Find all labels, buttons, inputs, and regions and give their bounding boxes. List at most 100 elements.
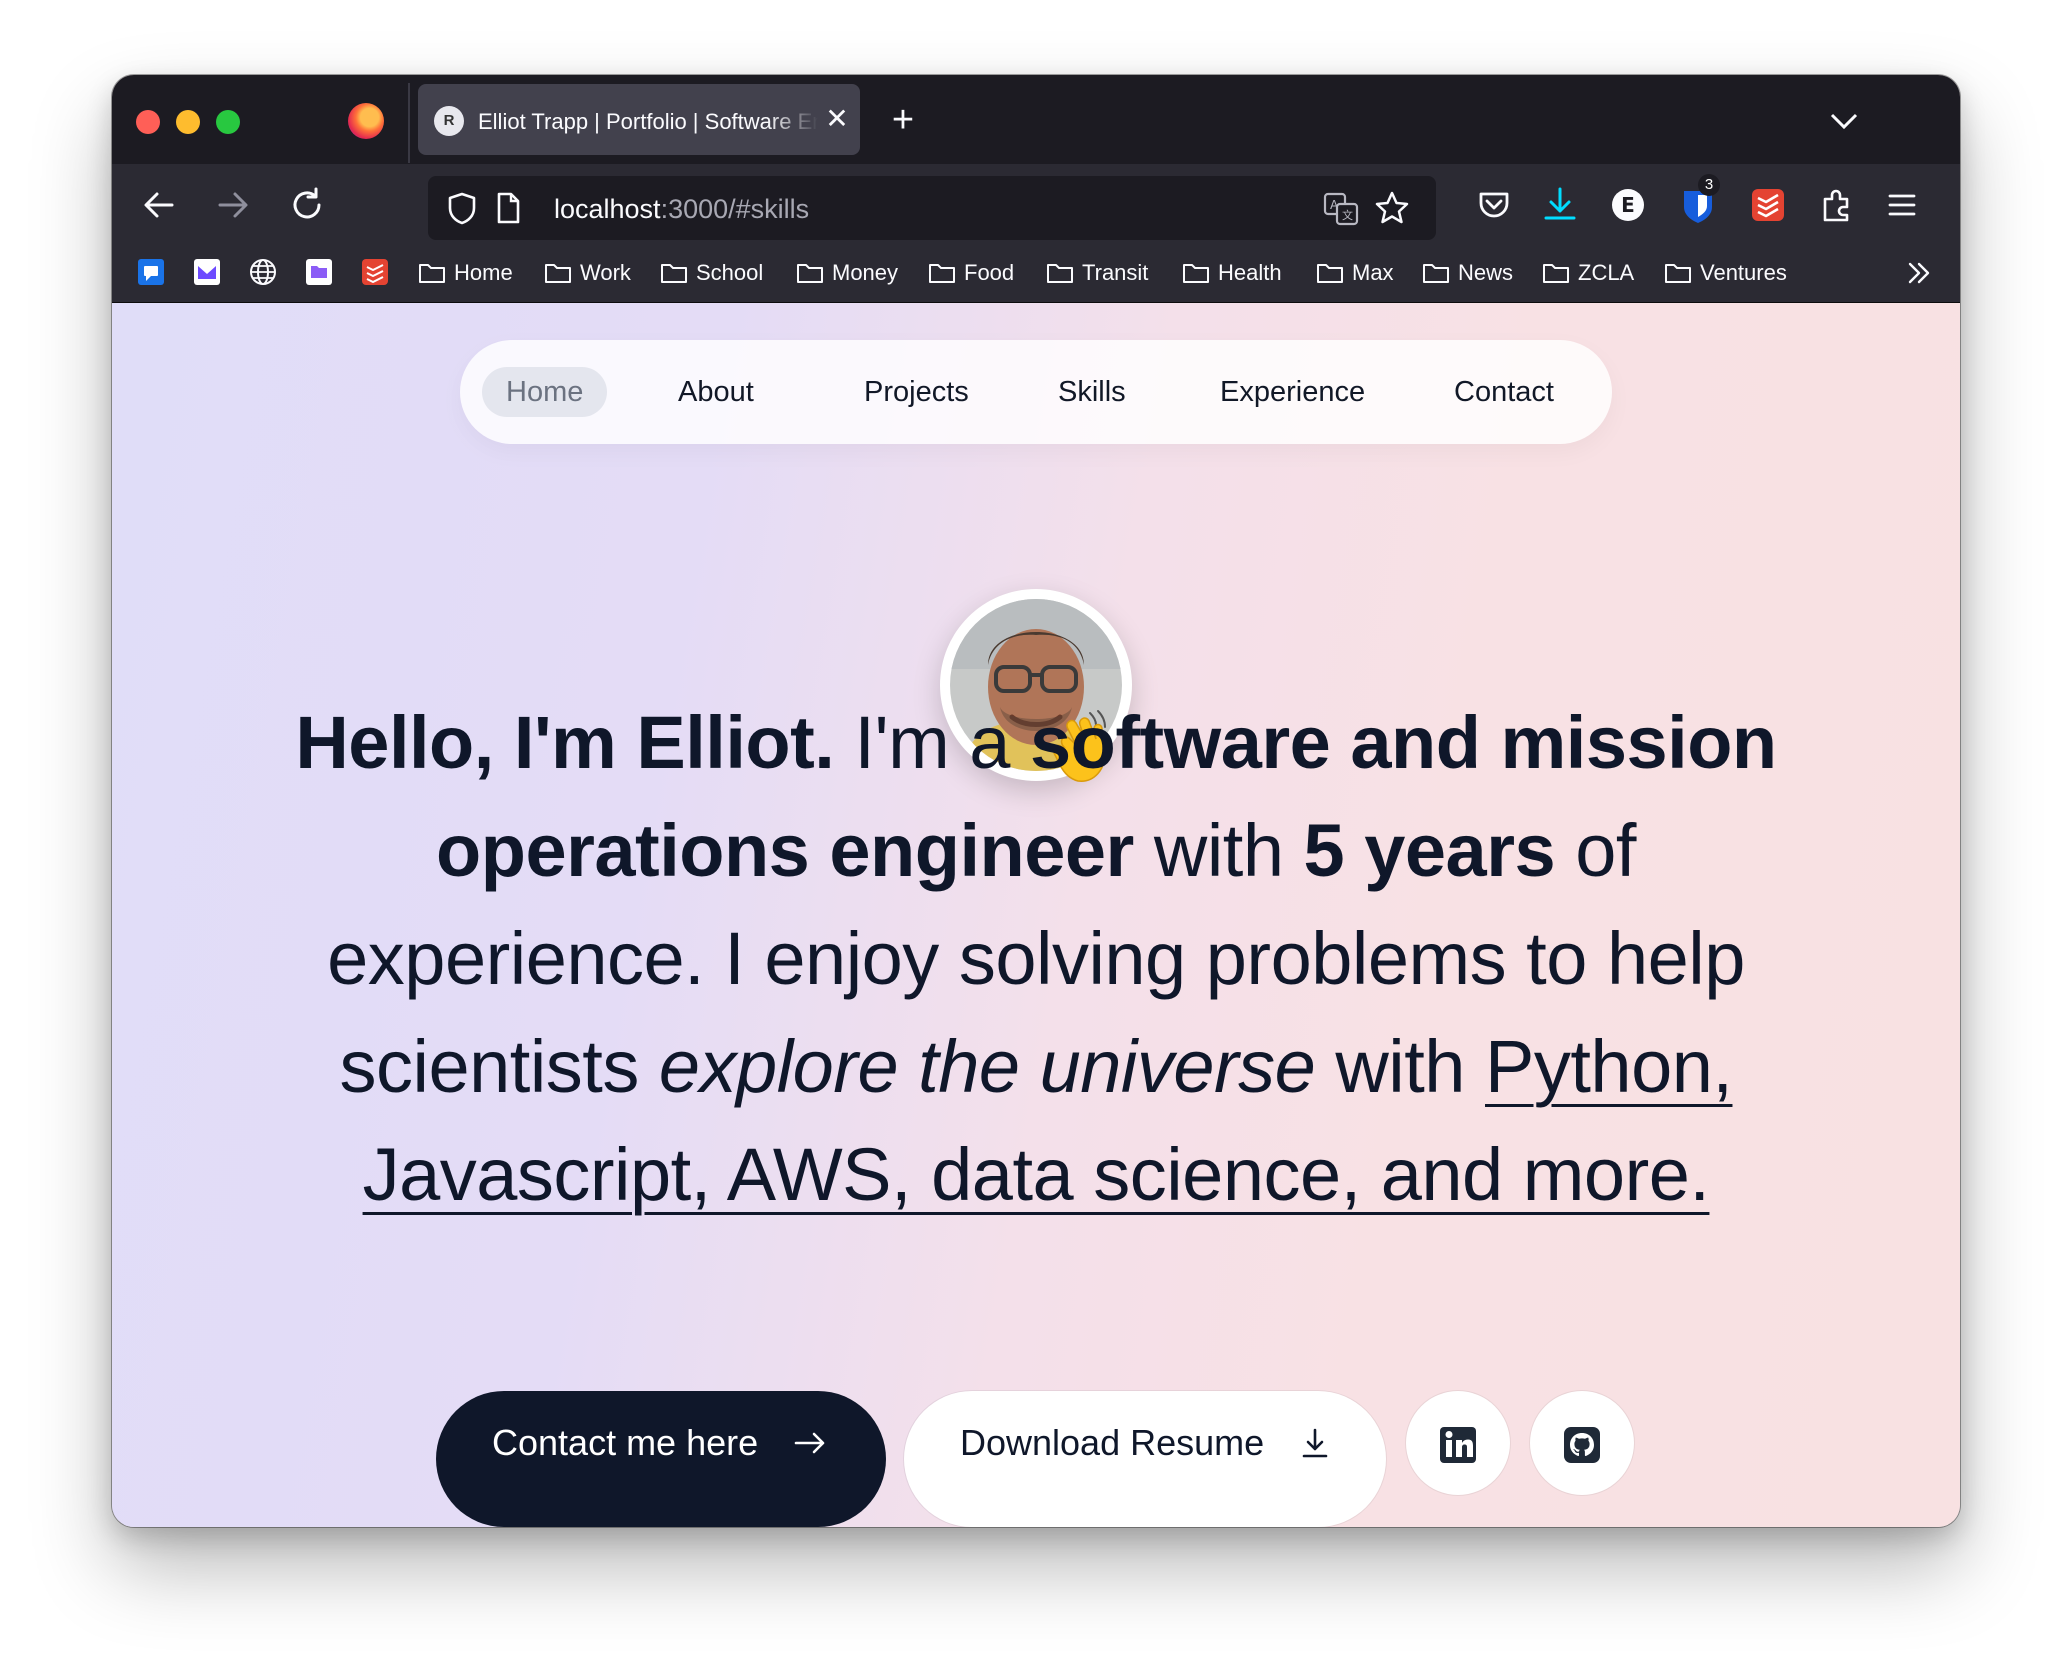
bookmark-label: Money: [832, 260, 899, 285]
url-path: :3000/#skills: [660, 194, 810, 224]
maximize-window-button[interactable]: [216, 110, 240, 134]
bookmark-label: Work: [580, 260, 631, 285]
download-resume-label: Download Resume: [960, 1422, 1265, 1463]
extension-e-icon[interactable]: E: [1606, 183, 1650, 227]
tab-favicon-icon: R: [434, 106, 464, 136]
bookmark-folder-home[interactable]: Home: [418, 256, 513, 290]
bookmark-folder-max[interactable]: Max: [1316, 256, 1394, 290]
folder-icon: [797, 264, 823, 283]
contact-me-label: Contact me here: [492, 1422, 759, 1463]
hero-intro-text: Hello, I'm Elliot. I'm a software and mi…: [262, 689, 1810, 1229]
bookmark-label: Ventures: [1700, 260, 1787, 285]
github-button[interactable]: [1530, 1391, 1634, 1495]
nav-link-home[interactable]: Home: [482, 367, 608, 417]
nav-link-projects[interactable]: Projects: [840, 367, 993, 417]
bookmark-todoist-icon[interactable]: [360, 257, 390, 287]
menu-hamburger-icon[interactable]: [1880, 183, 1924, 227]
tab-close-icon[interactable]: ✕: [822, 102, 852, 136]
bookmark-folder-health[interactable]: Health: [1182, 256, 1282, 290]
extension-badge: 3: [1698, 174, 1720, 196]
firefox-view-icon[interactable]: [348, 103, 384, 139]
bookmark-proton-mail-icon[interactable]: [192, 257, 222, 287]
url-bar[interactable]: localhost:3000/#skills A 文: [428, 176, 1436, 240]
url-text[interactable]: localhost:3000/#skills: [554, 193, 809, 225]
page-info-icon[interactable]: [490, 190, 526, 226]
linkedin-button[interactable]: [1406, 1391, 1510, 1495]
todoist-icon[interactable]: [1746, 183, 1790, 227]
folder-icon: [1317, 264, 1343, 283]
bookmark-label: Home: [454, 260, 513, 285]
bookmark-folder-news[interactable]: News: [1422, 256, 1513, 290]
svg-text:文: 文: [1342, 208, 1353, 222]
folder-icon: [1047, 264, 1073, 283]
tab-title: Elliot Trapp | Portfolio | Software Engi…: [478, 109, 818, 134]
bookmark-label: School: [696, 260, 764, 285]
new-tab-button[interactable]: +: [882, 99, 924, 141]
bookmark-folder-money[interactable]: Money: [796, 256, 898, 290]
tab-separator: [408, 83, 410, 163]
folder-icon: [419, 264, 445, 283]
nav-link-contact[interactable]: Contact: [1430, 367, 1578, 417]
nav-link-experience[interactable]: Experience: [1196, 367, 1389, 417]
folder-icon: [661, 264, 687, 283]
bookmark-folder-transit[interactable]: Transit: [1046, 256, 1148, 290]
hero-text-segment: with: [1315, 1025, 1486, 1108]
bookmark-label: ZCLA: [1578, 260, 1635, 285]
translate-icon[interactable]: A 文: [1322, 190, 1360, 228]
back-arrow-icon[interactable]: [138, 184, 180, 226]
bookmark-files-icon[interactable]: [304, 257, 334, 287]
hero-text-segment: I'm a: [834, 701, 1031, 784]
pocket-icon[interactable]: [1472, 183, 1516, 227]
minimize-window-button[interactable]: [176, 110, 200, 134]
bookmark-messages-icon[interactable]: [136, 257, 166, 287]
nav-link-skills[interactable]: Skills: [1034, 367, 1150, 417]
contact-me-button[interactable]: Contact me here: [436, 1391, 886, 1527]
bookmark-folder-ventures[interactable]: Ventures: [1664, 256, 1787, 290]
downloads-icon[interactable]: [1538, 183, 1582, 227]
bookmark-label: Food: [964, 260, 1015, 285]
hero-greeting: Hello, I'm Elliot.: [295, 701, 835, 784]
browser-window: R Elliot Trapp | Portfolio | Software En…: [112, 75, 1960, 1527]
bookmark-label: Max: [1352, 260, 1394, 285]
forward-arrow-icon[interactable]: [212, 184, 254, 226]
hero-text-segment: with: [1133, 809, 1304, 892]
site-navigation: Home About Projects Skills Experience Co…: [460, 340, 1612, 444]
folder-icon: [1183, 264, 1209, 283]
tracking-shield-icon[interactable]: [442, 188, 482, 228]
bookmark-label: News: [1458, 260, 1514, 285]
bookmark-folder-work[interactable]: Work: [544, 256, 631, 290]
navigation-toolbar: localhost:3000/#skills A 文 E 3: [112, 164, 1960, 244]
download-resume-button[interactable]: Download Resume: [904, 1391, 1386, 1527]
tab-bar: R Elliot Trapp | Portfolio | Software En…: [112, 75, 1960, 164]
folder-icon: [1423, 264, 1449, 283]
list-all-tabs-chevron-icon[interactable]: [1824, 101, 1864, 141]
hero-emphasis: explore the universe: [658, 1025, 1316, 1108]
github-icon: [1564, 1427, 1600, 1463]
folder-icon: [1665, 264, 1691, 283]
active-tab[interactable]: R Elliot Trapp | Portfolio | Software En…: [418, 84, 860, 155]
url-host: localhost: [554, 194, 661, 224]
reload-icon[interactable]: [286, 184, 328, 226]
more-bookmarks-chevron-icon[interactable]: [1902, 256, 1936, 290]
folder-icon: [1543, 264, 1569, 283]
folder-icon: [929, 264, 955, 283]
bookmarks-toolbar: Home Work School Money Food Transit Heal…: [112, 244, 1960, 303]
close-window-button[interactable]: [136, 110, 160, 134]
svg-text:A: A: [1330, 198, 1339, 212]
hero-years: 5 years: [1303, 809, 1556, 892]
bookmark-folder-zcla[interactable]: ZCLA: [1542, 256, 1634, 290]
bookmark-label: Health: [1218, 260, 1282, 285]
bookmark-star-icon[interactable]: [1372, 188, 1412, 228]
extensions-puzzle-icon[interactable]: [1816, 183, 1860, 227]
bookmark-folder-food[interactable]: Food: [928, 256, 1014, 290]
bookmark-folder-school[interactable]: School: [660, 256, 763, 290]
bookmark-globe-icon[interactable]: [248, 257, 278, 287]
bookmark-label: Transit: [1082, 260, 1149, 285]
svg-text:E: E: [1621, 193, 1635, 217]
web-page: Home About Projects Skills Experience Co…: [112, 303, 1960, 1527]
nav-link-about[interactable]: About: [654, 367, 778, 417]
linkedin-icon: [1440, 1427, 1476, 1463]
arrow-right-icon: [794, 1432, 825, 1454]
download-icon: [1302, 1428, 1328, 1458]
folder-icon: [545, 264, 571, 283]
